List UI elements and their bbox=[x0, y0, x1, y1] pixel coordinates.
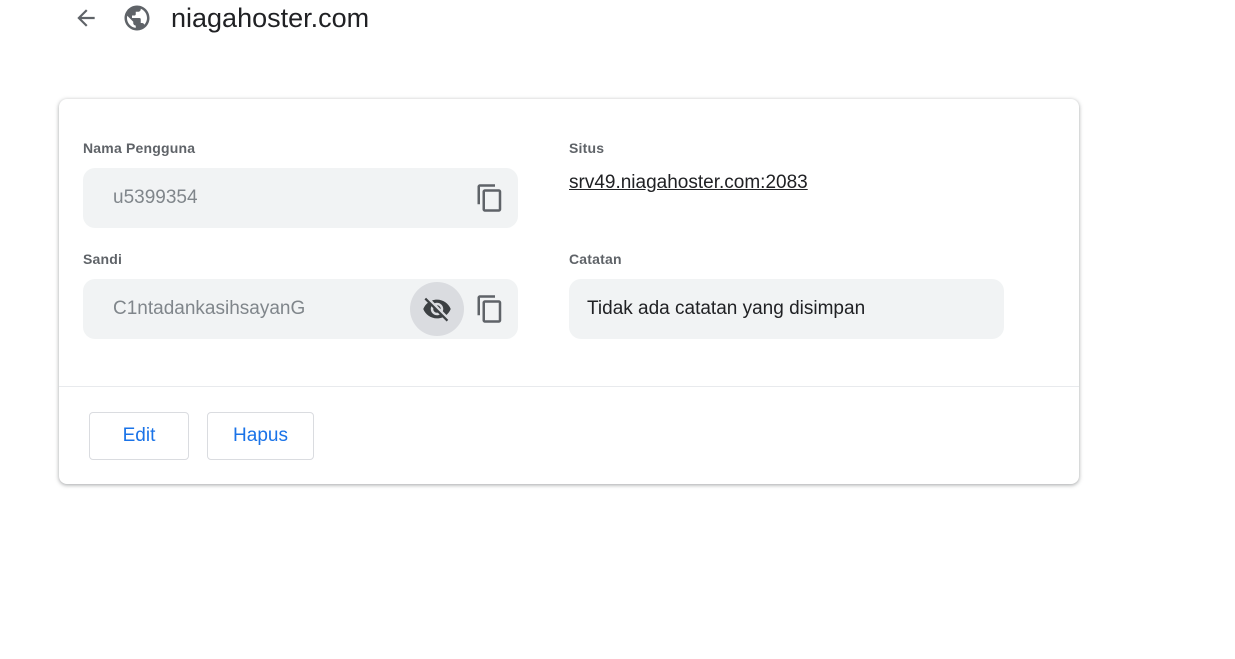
copy-icon bbox=[477, 184, 502, 212]
edit-button[interactable]: Edit bbox=[89, 412, 189, 460]
password-value: C1ntadankasihsayanG bbox=[113, 298, 306, 319]
visibility-off-icon bbox=[423, 297, 451, 322]
site-label: Situs bbox=[569, 140, 605, 156]
notes-field: Tidak ada catatan yang disimpan bbox=[569, 279, 1004, 339]
page-header: niagahoster.com bbox=[0, 0, 1235, 36]
username-value: u5399354 bbox=[113, 187, 198, 208]
credential-card: Nama Pengguna u5399354 Situs srv49.niaga… bbox=[59, 99, 1079, 484]
back-button[interactable] bbox=[72, 4, 100, 32]
globe-icon bbox=[122, 3, 152, 33]
divider bbox=[59, 386, 1079, 387]
arrow-back-icon bbox=[77, 9, 95, 27]
password-label: Sandi bbox=[83, 251, 123, 267]
notes-value: Tidak ada catatan yang disimpan bbox=[587, 298, 866, 319]
copy-icon bbox=[477, 295, 502, 323]
site-link[interactable]: srv49.niagahoster.com:2083 bbox=[569, 172, 808, 194]
page-title: niagahoster.com bbox=[171, 3, 370, 33]
username-field: u5399354 bbox=[83, 168, 518, 228]
toggle-password-visibility-button[interactable] bbox=[410, 282, 464, 336]
password-field: C1ntadankasihsayanG bbox=[83, 279, 518, 339]
username-label: Nama Pengguna bbox=[83, 140, 196, 156]
copy-username-button[interactable] bbox=[463, 171, 517, 225]
notes-label: Catatan bbox=[569, 251, 622, 267]
delete-button[interactable]: Hapus bbox=[207, 412, 314, 460]
copy-password-button[interactable] bbox=[463, 282, 517, 336]
